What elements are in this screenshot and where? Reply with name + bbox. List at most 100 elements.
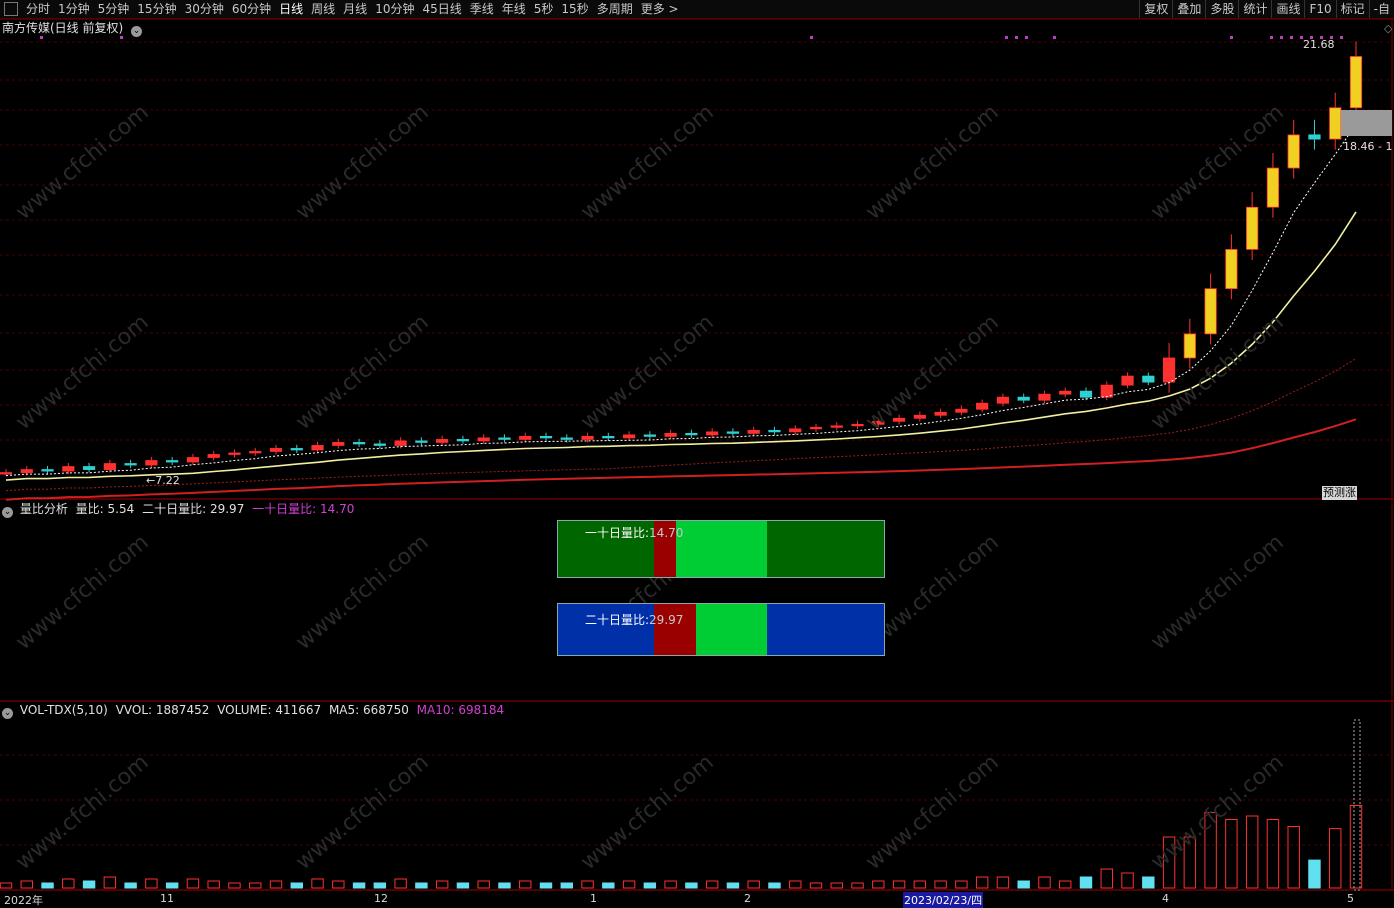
stock-title: 南方传媒(日线 前复权) [2,21,124,35]
ratio10-label: 一十日量比: [252,502,317,516]
low-price-label: ←7.22 [146,474,180,487]
gauge2-value: 29.97 [649,613,684,627]
volume-bar [539,882,553,889]
candle-body [41,469,54,472]
volume-value: 411667 [275,703,322,717]
volume-bar [207,880,220,889]
candle-body [352,442,366,445]
candle-body [415,440,428,443]
event-marker [810,36,813,39]
volume-bar [103,876,117,889]
vol-indicator-name: VOL-TDX(5,10) [19,703,108,717]
volume-bar [685,882,698,889]
candle-body [311,445,324,451]
volume-bar [435,880,449,889]
volume-bar [165,882,179,889]
x-axis-label: 4 [1162,892,1169,905]
candle-body [602,435,615,439]
volume-bar [789,880,802,889]
x-axis-label: 11 [160,892,174,905]
volume-bar [560,882,573,889]
candle-body [1204,288,1217,335]
volume-bar [62,878,75,889]
candle-body [1329,107,1342,140]
volume-panel-title: ⌄ VOL-TDX(5,10) VVOL: 1887452 VOLUME: 41… [2,703,504,719]
volume-bar [1329,828,1342,889]
volume-bar [809,882,823,889]
candle-body [82,466,96,470]
candle-body [664,432,677,437]
volume-label: VOLUME: [217,703,272,717]
volume-bar [1038,876,1051,889]
volume-bar [872,880,885,889]
candle-body [207,454,220,458]
candle-body [249,451,262,454]
volume-bar [581,880,594,889]
x-axis-label: 5 [1347,892,1354,905]
volume-bar [249,882,262,889]
volume-bar [373,882,387,889]
volume-bar [643,882,657,889]
chart-area[interactable] [0,0,1394,908]
forecast-tag: 预测涨 [1322,486,1357,500]
event-marker [1005,36,1008,39]
volume-bar [145,878,158,889]
volume-bar [269,880,283,889]
volume-bar [996,876,1010,889]
candle-body [622,434,636,439]
candle-body [1017,396,1030,401]
ratio20-gauge: 二十日量比:29.97 [557,603,885,656]
candle-body [145,460,158,466]
event-marker [1290,36,1293,39]
ma5-label: MA5: [328,703,360,717]
candle-body [62,466,75,472]
event-marker [1280,36,1283,39]
gauge1-label: 一十日量比: [585,526,650,540]
candle-body [1121,375,1134,386]
volume-bar [602,882,615,889]
candle-body [539,435,553,439]
gauge1-value: 14.70 [649,526,684,540]
volume-bar [1017,880,1030,889]
volume-bar [1142,876,1155,889]
vvol-label: VVOL: [115,703,153,717]
x-axis-label: 12 [374,892,388,905]
volume-ratio-label: 量比: [75,502,104,516]
volume-bar [332,880,345,889]
ratio-panel-title: ⌄ 量比分析 量比: 5.54 二十日量比: 29.97 一十日量比: 14.7… [2,502,354,518]
volume-bar [1308,859,1321,889]
ratio-indicator-name: 量比分析 [19,502,68,516]
candle-body [913,414,926,419]
candle-body [394,440,407,446]
gauge-bright-segment [696,604,767,655]
volume-bar [1287,826,1300,889]
chevron-down-icon[interactable]: ⌄ [2,507,13,518]
volume-bar [124,882,137,889]
ma10-value: 698184 [458,703,505,717]
x-axis-label: 1 [590,892,597,905]
candle-body [1266,167,1280,208]
candle-body [830,425,843,428]
volume-bar [1059,880,1072,889]
candle-body [892,417,906,422]
volume-bar [41,882,54,889]
candle-body [1059,390,1072,395]
volume-bar [1245,815,1259,889]
volume-bar [20,880,33,889]
chevron-down-icon[interactable]: ⌄ [131,26,143,37]
candle-body [768,429,781,433]
volume-bar [352,882,366,889]
chevron-down-icon[interactable]: ⌄ [2,708,13,719]
volume-bar [0,882,13,889]
diamond-icon[interactable]: ◇ [1384,22,1392,36]
candle-body [103,463,116,470]
candle-body [1183,333,1196,359]
x-axis-label: 2 [744,892,751,905]
candle-body [373,443,386,446]
volume-ratio-value: 5.54 [107,502,135,516]
gauge-bright-segment [676,521,767,577]
candle-body [1349,56,1363,109]
event-marker [1270,36,1273,39]
candle-body [560,437,573,440]
ratio20-value: 29.97 [209,502,245,516]
